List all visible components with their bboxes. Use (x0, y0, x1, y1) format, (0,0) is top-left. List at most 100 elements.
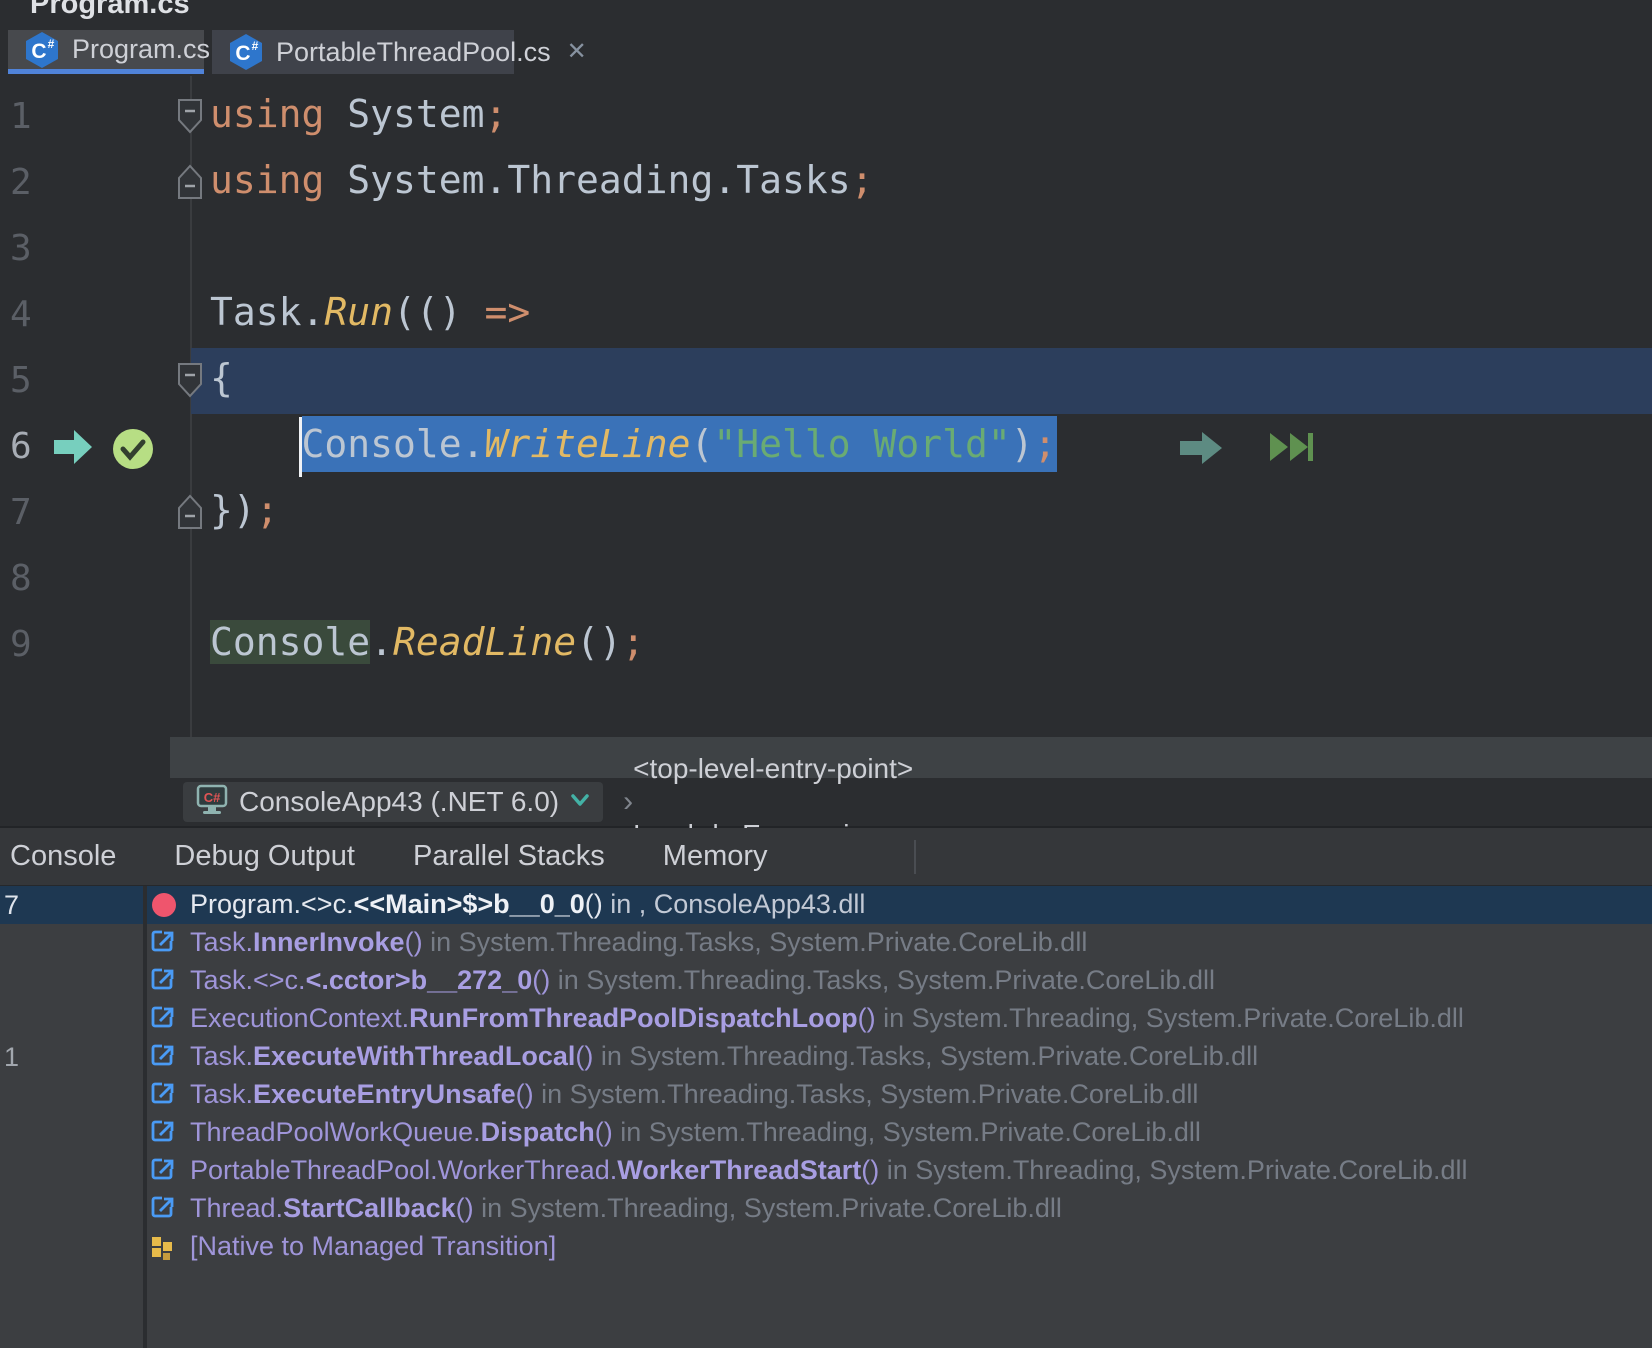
code-text: Console.ReadLine(); (210, 620, 645, 664)
breakpoints-ring-button[interactable] (1200, 837, 1246, 877)
pause-button[interactable] (970, 837, 1016, 877)
step-over-button[interactable] (1016, 837, 1062, 877)
code-text: }); (210, 488, 279, 532)
stack-frame-row[interactable]: Task.ExecuteEntryUnsafe() in System.Thre… (0, 1076, 1652, 1114)
code-line-8[interactable]: 8 (0, 546, 1652, 612)
tool-tab-debug-output[interactable]: Debug Output (162, 840, 355, 873)
breadcrumb-separator: › (623, 785, 633, 818)
fold-up-icon[interactable] (176, 494, 204, 530)
breadcrumb-item[interactable]: <top-level-entry-point> (623, 753, 913, 785)
code-line-6[interactable]: 6 Console.WriteLine("Hello World"); (0, 414, 1652, 480)
run-to-cursor-arrow-icon[interactable] (1178, 430, 1224, 466)
stack-frame-row[interactable]: Task.<>c.<.cctor>b__272_0() in System.Th… (0, 962, 1652, 1000)
code-editor[interactable]: 1using System; 2 using System.Threading.Ta… (0, 76, 1652, 737)
line-number: 5 (10, 360, 32, 401)
window-title: Program.cs (30, 0, 190, 21)
line-number: 2 (10, 162, 32, 203)
selected-statement: Console.WriteLine("Hello World"); (302, 422, 1057, 466)
external-icon (150, 1157, 176, 1183)
frame-description: ThreadPoolWorkQueue.Dispatch() in System… (190, 1117, 1201, 1148)
code-line-2[interactable]: 2 using System.Threading.Tasks; (0, 150, 1652, 216)
code-text: Console.WriteLine("Hello World"); (210, 422, 1057, 466)
chevron-down-icon (569, 792, 591, 813)
code-text: { (210, 356, 233, 400)
run-config-label: ConsoleApp43 (.NET 6.0) (239, 786, 559, 818)
resume-button[interactable] (924, 837, 970, 877)
ide-window: Program.cs C#Program.cs✕C#PortableThread… (0, 0, 1652, 1348)
tool-tab-parallel-stacks[interactable]: Parallel Stacks (401, 840, 605, 873)
line-number: 8 (10, 558, 32, 599)
stack-frame-row[interactable]: PortableThreadPool.WorkerThread.WorkerTh… (0, 1152, 1652, 1190)
line-number: 9 (10, 624, 32, 665)
code-line-3[interactable]: 3 (0, 216, 1652, 282)
stack-frame-row[interactable]: Task.InnerInvoke() in System.Threading.T… (0, 924, 1652, 962)
verified-check-icon[interactable] (112, 428, 154, 470)
breadcrumb-label: <top-level-entry-point> (633, 753, 913, 785)
frame-description: ExecutionContext.RunFromThreadPoolDispat… (190, 1003, 1464, 1034)
line-number: 6 (10, 426, 32, 467)
tab-label: PortableThreadPool.cs (276, 37, 551, 68)
text-caret (299, 417, 302, 477)
tool-tab-console[interactable]: Console (10, 840, 116, 873)
line-number: 7 (10, 492, 32, 533)
mute-breakpoints-button[interactable] (1154, 837, 1200, 877)
svg-text:C: C (235, 42, 250, 65)
code-text: Task.Run(() => (210, 290, 530, 334)
step-out-button[interactable] (1108, 837, 1154, 877)
tool-tab-memory[interactable]: Memory (651, 840, 768, 873)
code-line-9[interactable]: 9 Console.ReadLine(); (0, 612, 1652, 678)
frame-gutter-number: 7 (4, 890, 19, 921)
svg-text:#: # (252, 39, 259, 53)
external-icon (150, 929, 176, 955)
tab-label: Program.cs (72, 34, 210, 65)
stack-frame-row[interactable]: 1Task.ExecuteWithThreadLocal() in System… (0, 1038, 1652, 1076)
code-line-5[interactable]: 5{ (0, 348, 1652, 414)
tool-tab-label: Debug Output (174, 840, 355, 873)
toolbar-separator (914, 840, 916, 874)
stack-frame-row[interactable]: ThreadPoolWorkQueue.Dispatch() in System… (0, 1114, 1652, 1152)
frame-description: Program.<>c.<<Main>$>b__0_0() in , Conso… (190, 889, 865, 920)
code-line-1[interactable]: 1using System; (0, 84, 1652, 150)
stack-frame-row[interactable]: Thread.StartCallback() in System.Threadi… (0, 1190, 1652, 1228)
editor-tab-portablethreadpool-cs[interactable]: C#PortableThreadPool.cs✕ (212, 30, 514, 74)
external-icon (150, 1005, 176, 1031)
stack-frame-row[interactable]: ExecutionContext.RunFromThreadPoolDispat… (0, 1000, 1652, 1038)
svg-text:C#: C# (204, 790, 221, 805)
external-icon (150, 967, 176, 993)
step-into-button[interactable] (1062, 837, 1108, 877)
more-options-button[interactable] (1246, 837, 1292, 877)
line-number: 3 (10, 228, 32, 269)
external-icon (150, 1081, 176, 1107)
code-line-4[interactable]: 4 Task.Run(() => (0, 282, 1652, 348)
panel-divider[interactable] (143, 886, 147, 1348)
native-icon (150, 1233, 174, 1261)
fold-up-icon[interactable] (176, 164, 204, 200)
debug-toolbar: Console Debug Output Parallel Stacks Memory (0, 828, 1652, 886)
run-config-selector[interactable]: C# ConsoleApp43 (.NET 6.0) (183, 782, 603, 822)
frame-description: [Native to Managed Transition] (190, 1231, 556, 1262)
tool-tab-label: Memory (663, 840, 768, 873)
frame-description: Task.ExecuteEntryUnsafe() in System.Thre… (190, 1079, 1198, 1110)
call-stack-panel: 7 Program.<>c.<<Main>$>b__0_0() in , Cons… (0, 886, 1652, 1348)
code-text: using System.Threading.Tasks; (210, 158, 873, 202)
line-number: 4 (10, 294, 32, 335)
stack-frame-row[interactable]: 7 Program.<>c.<<Main>$>b__0_0() in , Cons… (0, 886, 1652, 924)
svg-text:#: # (48, 37, 55, 51)
skip-to-end-icon[interactable] (1268, 430, 1314, 464)
external-icon (150, 1119, 176, 1145)
frame-description: Task.InnerInvoke() in System.Threading.T… (190, 927, 1087, 958)
stack-frame-row[interactable]: [Native to Managed Transition] (0, 1228, 1652, 1266)
breakpoint-icon (150, 891, 178, 919)
rerun-button[interactable] (814, 837, 860, 877)
execution-pointer-icon[interactable] (52, 428, 94, 466)
editor-tab-program-cs[interactable]: C#Program.cs✕ (8, 30, 204, 74)
frame-description: PortableThreadPool.WorkerThread.WorkerTh… (190, 1155, 1468, 1186)
fold-down-icon[interactable] (176, 362, 204, 398)
stop-button[interactable] (860, 837, 906, 877)
code-line-7[interactable]: 7}); (0, 480, 1652, 546)
close-icon[interactable]: ✕ (567, 40, 587, 64)
frame-description: Task.ExecuteWithThreadLocal() in System.… (190, 1041, 1258, 1072)
fold-down-icon[interactable] (176, 98, 204, 134)
frame-description: Task.<>c.<.cctor>b__272_0() in System.Th… (190, 965, 1215, 996)
csharp-file-icon: C# (24, 31, 60, 69)
